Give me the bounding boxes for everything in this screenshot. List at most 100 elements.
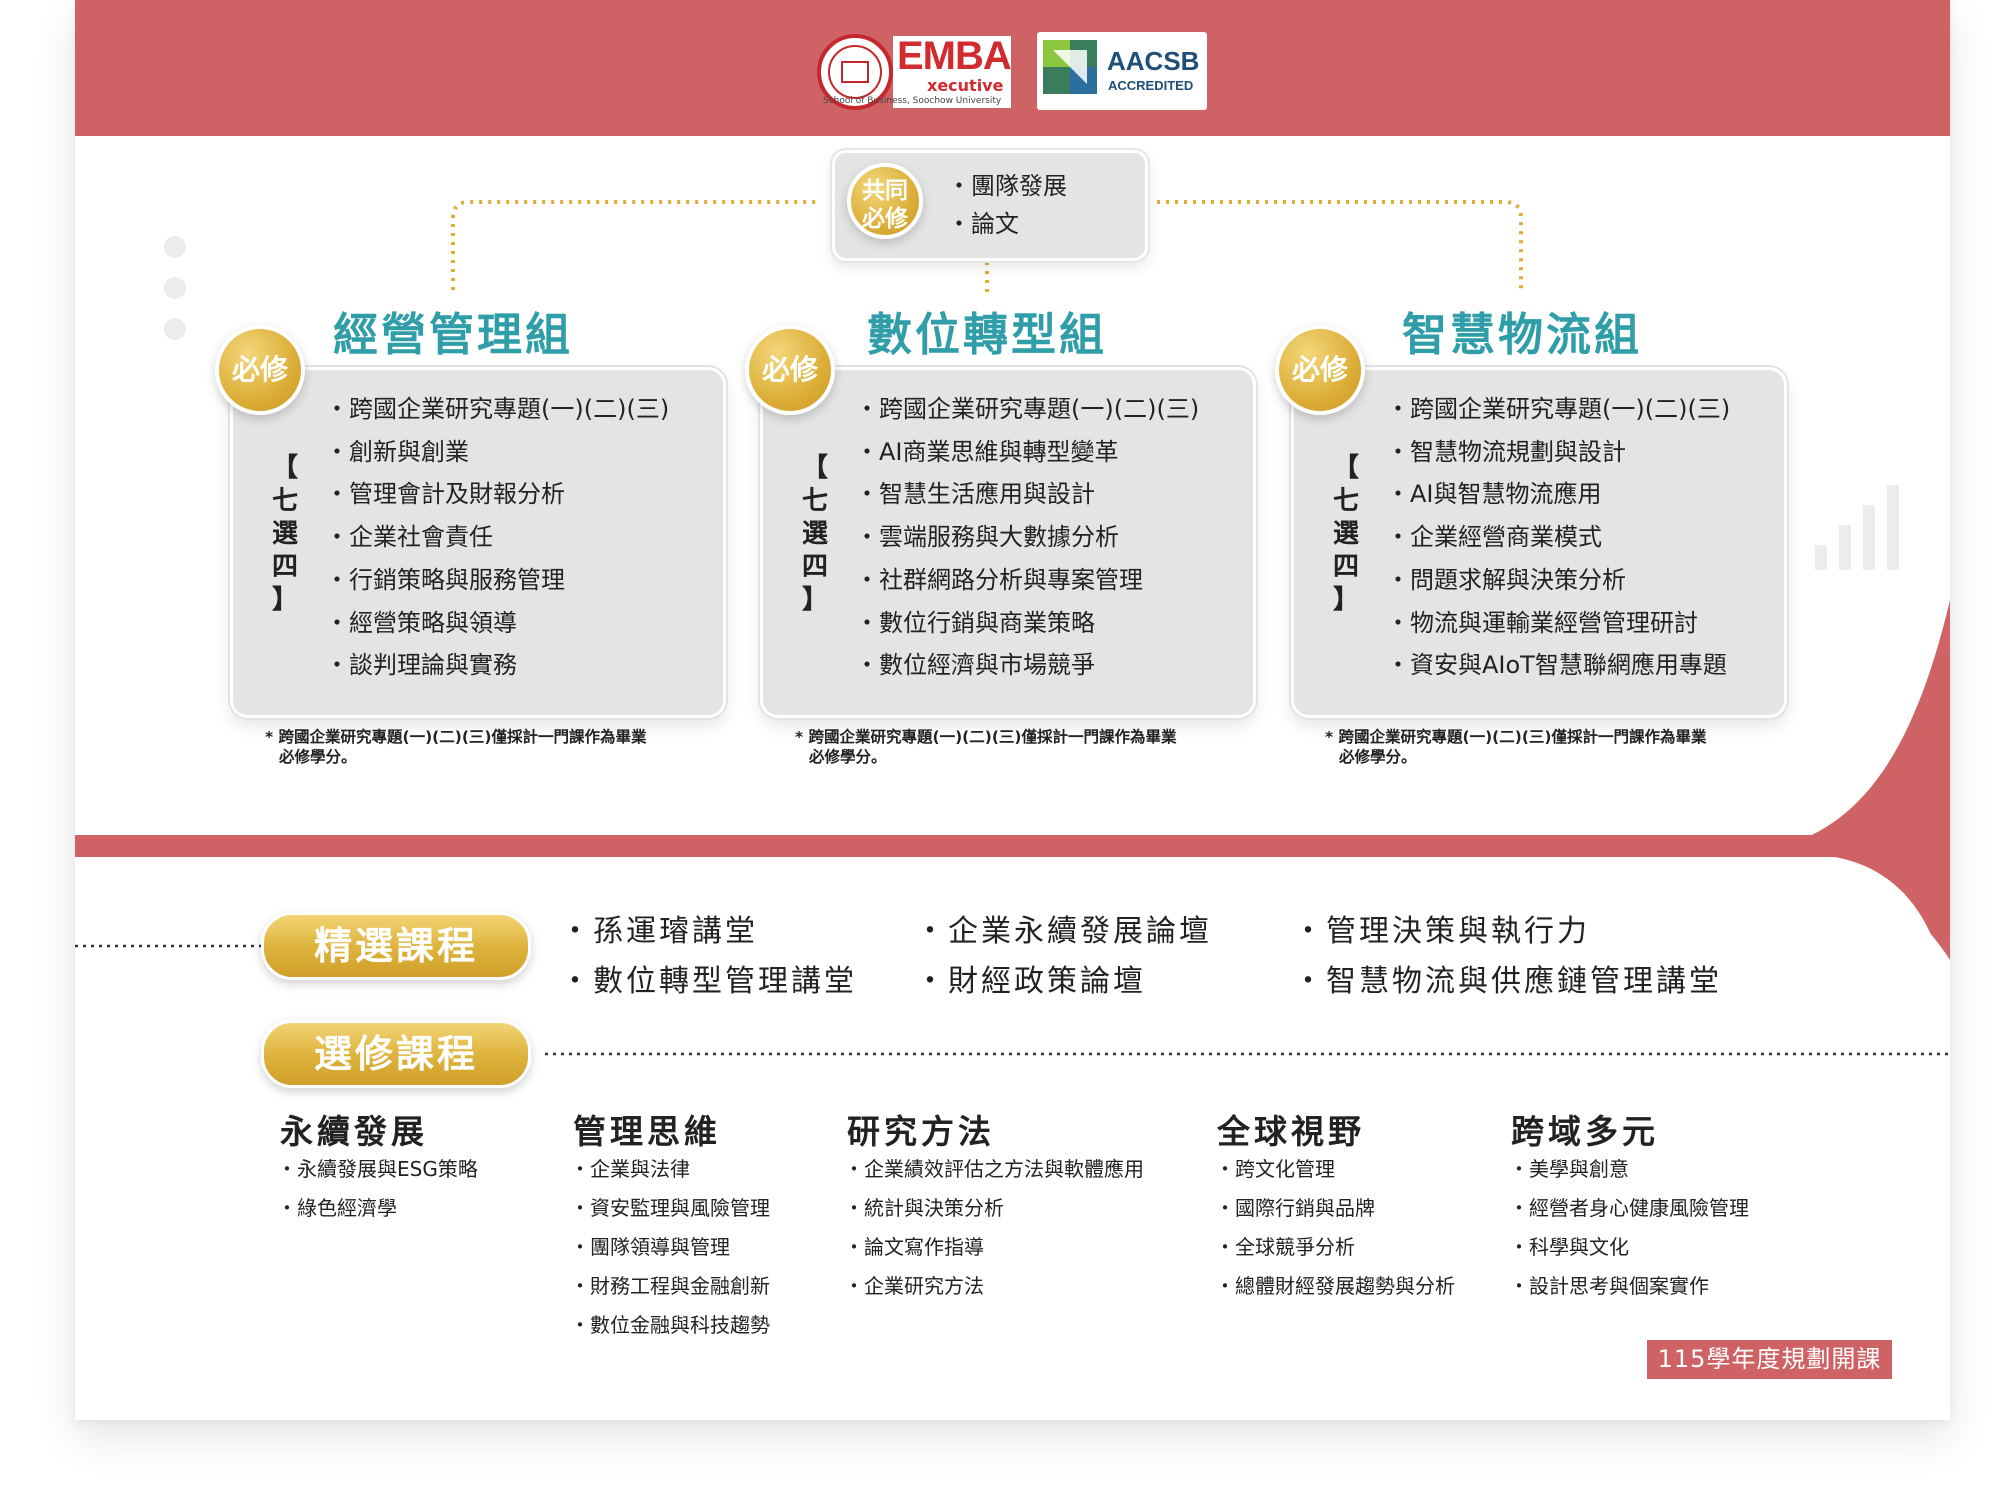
elective-courses-pill: 選修課程 bbox=[261, 1020, 531, 1088]
note-line: * 跨國企業研究專題(一)(二)(三)僅採計一門課作為畢業 bbox=[1325, 728, 1707, 746]
choice-char: 選 bbox=[1332, 519, 1359, 549]
featured-col-3: ・管理決策與執行力 ・智慧物流與供應鏈管理講堂 bbox=[1293, 907, 1722, 1007]
common-required-badge: 共同 必修 bbox=[847, 163, 923, 239]
choice-char: 選 bbox=[271, 519, 298, 549]
group-box-management: 【 七 選 四 】 ・跨國企業研究專題(一)(二)(三) ・創新與創業 ・管理會… bbox=[230, 367, 726, 718]
note-digital: * 跨國企業研究專題(一)(二)(三)僅採計一門課作為畢業 必修學分。 bbox=[795, 727, 1255, 767]
choice-bracket: 【 bbox=[1332, 453, 1359, 483]
list-item: ・企業經營商業模式 bbox=[1386, 523, 1602, 552]
choice-bracket: 【 bbox=[271, 453, 298, 483]
common-badge-line1: 共同 bbox=[862, 178, 908, 204]
note-line: 必修學分。 bbox=[279, 748, 357, 766]
emba-school: School of Business, Soochow University bbox=[823, 96, 1002, 106]
list-item: ・全球競爭分析 bbox=[1215, 1235, 1355, 1259]
curriculum-card: EMBA xecutive School of Business, Soocho… bbox=[75, 0, 1950, 1420]
group-box-logistics: 【 七 選 四 】 ・跨國企業研究專題(一)(二)(三) ・智慧物流規劃與設計 … bbox=[1291, 367, 1787, 718]
list-item: ・智慧生活應用與設計 bbox=[855, 480, 1095, 509]
note-line: 必修學分。 bbox=[809, 748, 887, 766]
choice-char: 四 bbox=[271, 552, 298, 582]
list-item: ・智慧物流與供應鏈管理講堂 bbox=[1293, 964, 1722, 999]
required-badge-digital: 必修 bbox=[745, 325, 835, 415]
list-item: ・跨文化管理 bbox=[1215, 1157, 1335, 1181]
choice-label: 【 七 選 四 】 bbox=[797, 452, 833, 617]
note-line: * 跨國企業研究專題(一)(二)(三)僅採計一門課作為畢業 bbox=[795, 728, 1177, 746]
aacsb-logo: AACSB ACCREDITED bbox=[1037, 32, 1207, 110]
emba-wordmark: EMBA bbox=[897, 34, 1012, 78]
featured-col-1: ・孫運璿講堂 ・數位轉型管理講堂 bbox=[560, 907, 857, 1007]
elective-category-list: ・跨文化管理 ・國際行銷與品牌 ・全球競爭分析 ・總體財經發展趨勢與分析 bbox=[1215, 1150, 1455, 1306]
list-item: ・跨國企業研究專題(一)(二)(三) bbox=[325, 395, 670, 423]
elective-category-list: ・企業與法律 ・資安監理與風險管理 ・團隊領導與管理 ・財務工程與金融創新 ・數… bbox=[570, 1150, 770, 1345]
list-item: ・資安與AIoT智慧聯網應用專題 bbox=[1386, 651, 1727, 680]
list-item: ・統計與決策分析 bbox=[844, 1196, 1004, 1220]
list-item: ・社群網路分析與專案管理 bbox=[855, 565, 1143, 594]
course-list: ・跨國企業研究專題(一)(二)(三) ・創新與創業 ・管理會計及財報分析 ・企業… bbox=[325, 388, 669, 687]
list-item: ・行銷策略與服務管理 bbox=[325, 565, 565, 594]
aacsb-accredited: ACCREDITED bbox=[1108, 78, 1194, 93]
elective-category-title: 永續發展 bbox=[280, 1112, 428, 1151]
list-item: ・科學與文化 bbox=[1509, 1235, 1629, 1259]
elective-category-list: ・企業績效評估之方法與軟體應用 ・統計與決策分析 ・論文寫作指導 ・企業研究方法 bbox=[844, 1150, 1144, 1306]
elective-category-title: 研究方法 bbox=[847, 1112, 995, 1151]
list-item: ・財經政策論壇 bbox=[915, 964, 1146, 999]
choice-bracket: 】 bbox=[801, 585, 828, 615]
list-item: ・問題求解與決策分析 bbox=[1386, 565, 1626, 594]
list-item: ・總體財經發展趨勢與分析 bbox=[1215, 1274, 1455, 1298]
list-item: ・AI與智慧物流應用 bbox=[1386, 480, 1602, 509]
choice-bracket: 】 bbox=[271, 585, 298, 615]
list-item: ・AI商業思維與轉型變革 bbox=[855, 437, 1119, 466]
list-item: ・經營者身心健康風險管理 bbox=[1509, 1196, 1749, 1220]
list-item: ・數位行銷與商業策略 bbox=[855, 608, 1095, 637]
list-item: ・設計思考與個案實作 bbox=[1509, 1274, 1709, 1298]
list-item: ・管理會計及財報分析 bbox=[325, 480, 565, 509]
list-item: ・財務工程與金融創新 bbox=[570, 1274, 770, 1298]
list-item: ・經營策略與領導 bbox=[325, 608, 517, 637]
choice-char: 七 bbox=[271, 486, 298, 516]
list-item: ・企業研究方法 bbox=[844, 1274, 984, 1298]
elective-category-list: ・永續發展與ESG策略 ・綠色經濟學 bbox=[277, 1150, 478, 1228]
choice-char: 選 bbox=[801, 519, 828, 549]
list-item: ・談判理論與實務 bbox=[325, 651, 517, 680]
choice-label: 【 七 選 四 】 bbox=[1328, 452, 1364, 617]
list-item: ・綠色經濟學 bbox=[277, 1196, 397, 1220]
common-badge-line2: 必修 bbox=[862, 206, 908, 232]
list-item: ・跨國企業研究專題(一)(二)(三) bbox=[1386, 395, 1731, 423]
list-item: ・雲端服務與大數據分析 bbox=[855, 523, 1119, 552]
aacsb-wordmark: AACSB bbox=[1107, 46, 1200, 76]
list-item: ・創新與創業 bbox=[325, 437, 469, 466]
required-badge-management: 必修 bbox=[215, 325, 305, 415]
elective-category-title: 管理思維 bbox=[573, 1112, 721, 1151]
list-item: ・數位金融與科技趨勢 bbox=[570, 1313, 770, 1337]
required-badge-logistics: 必修 bbox=[1275, 325, 1365, 415]
list-item: ・資安監理與風險管理 bbox=[570, 1196, 770, 1220]
list-item: ・數位經濟與市場競爭 bbox=[855, 651, 1095, 680]
academic-year-tag: 115學年度規劃開課科目 bbox=[1647, 1340, 1892, 1412]
elective-category-title: 跨域多元 bbox=[1511, 1112, 1659, 1151]
note-logistics: * 跨國企業研究專題(一)(二)(三)僅採計一門課作為畢業 必修學分。 bbox=[1325, 727, 1785, 767]
note-line: 必修學分。 bbox=[1339, 748, 1417, 766]
list-item: ・數位轉型管理講堂 bbox=[560, 964, 857, 999]
group-box-digital: 【 七 選 四 】 ・跨國企業研究專題(一)(二)(三) ・AI商業思維與轉型變… bbox=[760, 367, 1256, 718]
list-item: ・企業永續發展論壇 bbox=[915, 914, 1212, 949]
header-bar: EMBA xecutive School of Business, Soocho… bbox=[75, 0, 1950, 136]
note-management: * 跨國企業研究專題(一)(二)(三)僅採計一門課作為畢業 必修學分。 bbox=[265, 727, 725, 767]
choice-char: 七 bbox=[1332, 486, 1359, 516]
list-item: ・企業與法律 bbox=[570, 1157, 690, 1181]
choice-bracket: 【 bbox=[801, 453, 828, 483]
common-items: ・團隊發展 ・論文 bbox=[947, 167, 1067, 243]
elective-category-title: 全球視野 bbox=[1217, 1112, 1365, 1151]
choice-char: 四 bbox=[1332, 552, 1359, 582]
list-item: ・論文寫作指導 bbox=[844, 1235, 984, 1259]
list-item: ・永續發展與ESG策略 bbox=[277, 1157, 478, 1181]
note-line: * 跨國企業研究專題(一)(二)(三)僅採計一門課作為畢業 bbox=[265, 728, 647, 746]
common-item: ・論文 bbox=[947, 210, 1019, 238]
course-list: ・跨國企業研究專題(一)(二)(三) ・AI商業思維與轉型變革 ・智慧生活應用與… bbox=[855, 388, 1199, 687]
list-item: ・管理決策與執行力 bbox=[1293, 914, 1590, 949]
choice-char: 四 bbox=[801, 552, 828, 582]
list-item: ・企業社會責任 bbox=[325, 523, 493, 552]
common-item: ・團隊發展 bbox=[947, 172, 1067, 200]
list-item: ・跨國企業研究專題(一)(二)(三) bbox=[855, 395, 1200, 423]
list-item: ・企業績效評估之方法與軟體應用 bbox=[844, 1157, 1144, 1181]
list-item: ・國際行銷與品牌 bbox=[1215, 1196, 1375, 1220]
featured-col-2: ・企業永續發展論壇 ・財經政策論壇 bbox=[915, 907, 1212, 1007]
